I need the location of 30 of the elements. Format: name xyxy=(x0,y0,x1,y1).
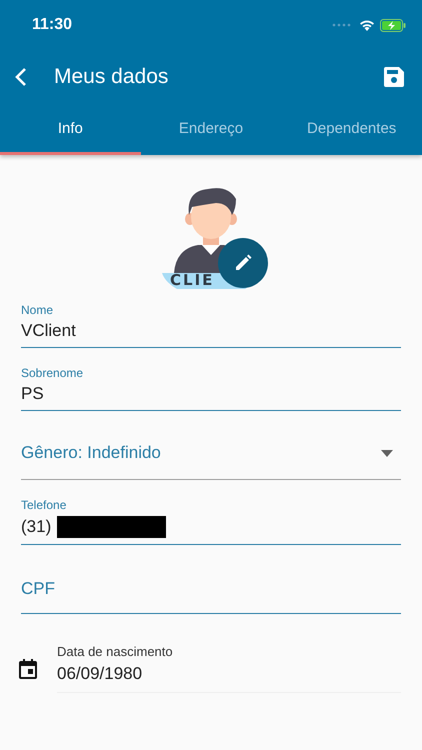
date-field[interactable]: Data de nascimento 06/09/1980 xyxy=(57,644,401,693)
text-field[interactable]: Telefone (31) xyxy=(21,494,401,545)
tab[interactable]: Dependentes xyxy=(281,104,422,155)
text-field[interactable]: Sobrenome PS xyxy=(21,362,401,411)
field-label: Telefone xyxy=(21,498,68,512)
edit-photo-button[interactable] xyxy=(218,238,268,288)
field-label: Nome xyxy=(21,303,54,317)
input-field[interactable]: CPF xyxy=(21,559,401,614)
app-title: Meus dados xyxy=(54,65,170,89)
pencil-icon xyxy=(234,254,252,272)
dropdown-arrow-icon xyxy=(381,450,393,456)
calendar-icon xyxy=(19,658,37,678)
avatar-caption: CLIE xyxy=(170,271,214,289)
gender-dropdown[interactable]: Gênero: Indefinido xyxy=(21,425,401,480)
text-field[interactable]: Nome VClient xyxy=(21,299,401,348)
battery-charging-icon xyxy=(380,18,406,32)
wifi-icon xyxy=(359,19,375,31)
back-icon xyxy=(14,67,28,87)
tab[interactable]: Info xyxy=(0,104,141,155)
field-value: VClient xyxy=(21,321,76,341)
field-label: Data de nascimento xyxy=(57,644,174,659)
field-value: (31) xyxy=(21,517,52,537)
save-button[interactable] xyxy=(382,65,406,89)
dropdown-value: Gênero: Indefinido xyxy=(21,443,161,463)
field-value: 06/09/1980 xyxy=(57,664,144,684)
field-value: PS xyxy=(21,384,44,404)
status-time: 11:30 xyxy=(32,16,72,34)
tab[interactable]: Endereço xyxy=(140,104,282,155)
field-label: Sobrenome xyxy=(21,366,84,380)
field-placeholder: CPF xyxy=(21,578,56,600)
